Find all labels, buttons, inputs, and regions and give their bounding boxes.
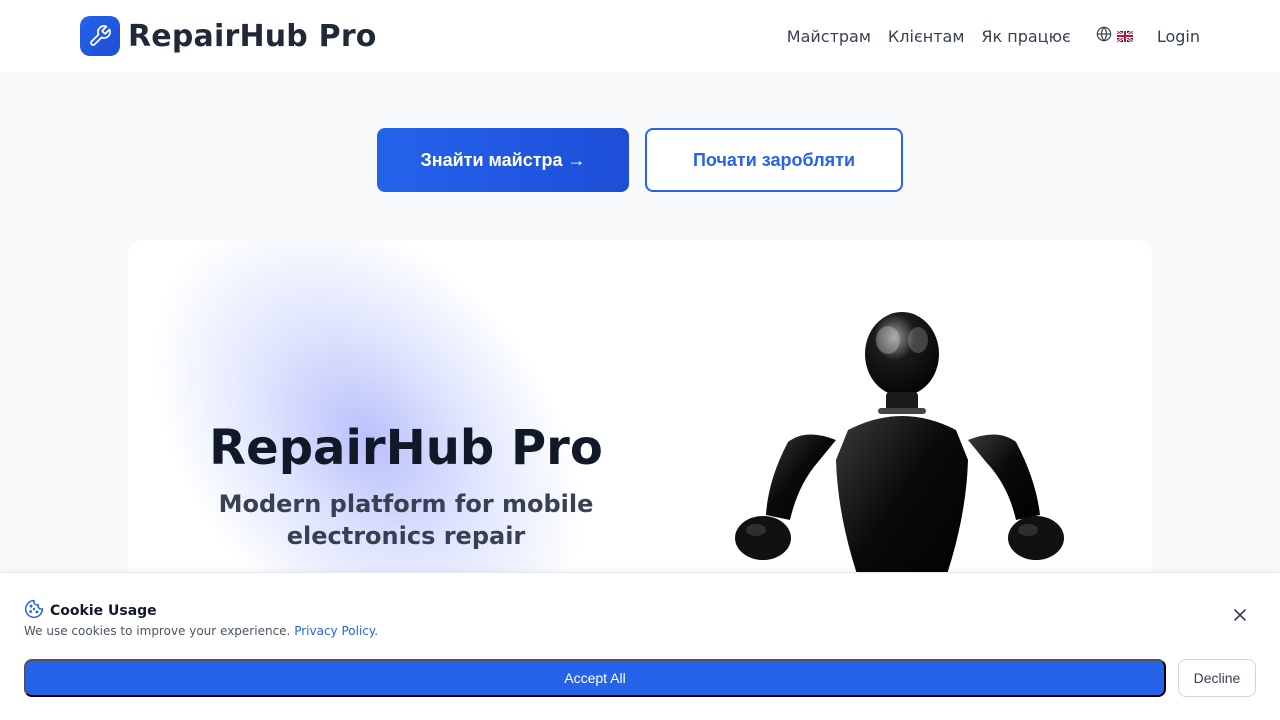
cookie-text: We use cookies to improve your experienc…: [24, 624, 378, 638]
main-nav: Майстрам Клієнтам Як працює Login: [787, 0, 1200, 72]
nav-link-clients[interactable]: Клієнтам: [888, 27, 964, 46]
privacy-policy-link[interactable]: Privacy Policy: [294, 624, 374, 638]
language-switcher[interactable]: [1096, 26, 1133, 46]
uk-flag-icon: [1116, 30, 1133, 42]
accept-all-button[interactable]: Accept All: [24, 659, 1166, 697]
cookie-icon: [24, 599, 44, 623]
globe-icon: [1096, 26, 1112, 46]
cookie-text-suffix: .: [374, 624, 379, 638]
site-header: RepairHub Pro Майстрам Клієнтам Як працю…: [0, 0, 1280, 72]
robot-illustration: [735, 312, 1064, 610]
close-icon[interactable]: [1230, 605, 1250, 625]
decline-button[interactable]: Decline: [1178, 659, 1256, 697]
logo[interactable]: RepairHub Pro: [80, 16, 377, 56]
start-earning-button[interactable]: Почати заробляти: [645, 128, 903, 192]
hero-subtitle: Modern platform for mobile electronics r…: [218, 490, 594, 550]
logo-text: RepairHub Pro: [128, 18, 377, 54]
login-link[interactable]: Login: [1157, 27, 1200, 46]
cookie-banner: Cookie Usage We use cookies to improve y…: [0, 572, 1280, 720]
hero-title: RepairHub Pro: [209, 420, 603, 476]
cookie-header: Cookie Usage: [24, 599, 157, 623]
nav-link-masters[interactable]: Майстрам: [787, 27, 871, 46]
cookie-message: We use cookies to improve your experienc…: [24, 624, 291, 638]
find-master-button[interactable]: Знайти майстра →: [377, 128, 629, 192]
cookie-title: Cookie Usage: [50, 603, 157, 619]
nav-link-how-it-works[interactable]: Як працює: [981, 27, 1070, 46]
wrench-icon: [80, 16, 120, 56]
